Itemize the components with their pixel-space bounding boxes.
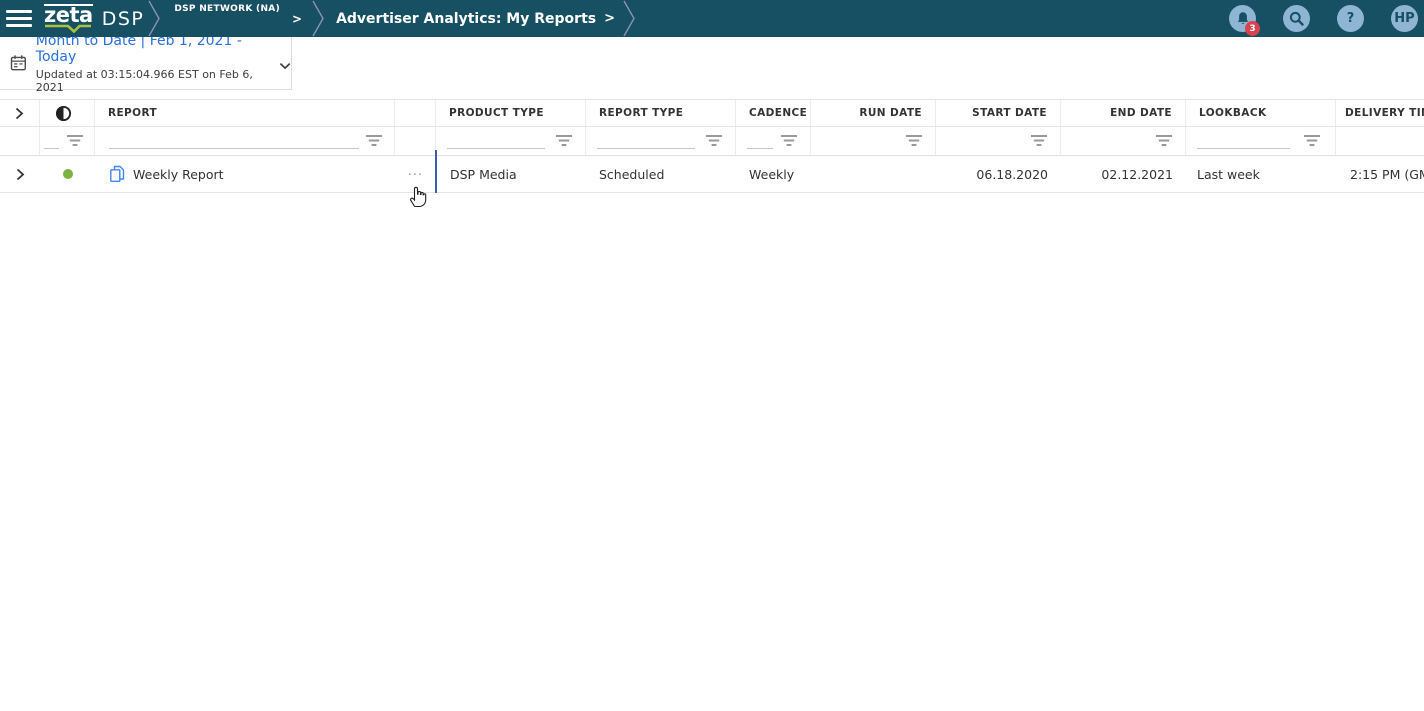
date-bar: Month to Date | Feb 1, 2021 - Today Upda… [0, 37, 1424, 90]
filter-cell-report-type [586, 127, 736, 155]
cadence-filter-input[interactable] [747, 135, 773, 149]
filter-cell-cadence [736, 127, 811, 155]
user-avatar[interactable]: HP [1391, 5, 1418, 32]
filter-icon[interactable] [1031, 135, 1047, 147]
date-range-text: Month to Date | Feb 1, 2021 - Today Upda… [36, 33, 270, 94]
status-filter-input[interactable] [44, 135, 59, 149]
zeta-logo-text: zeta [44, 4, 93, 24]
breadcrumb-page[interactable]: Advertiser Analytics: My Reports > [328, 11, 619, 27]
zeta-swoosh-icon [44, 24, 92, 33]
filter-icon[interactable] [366, 135, 382, 147]
column-header-start-date[interactable]: START DATE [936, 100, 1061, 126]
filter-icon[interactable] [556, 135, 572, 147]
breadcrumb-network[interactable]: DSP NETWORK (NA) > [164, 0, 308, 37]
filter-cell-report [95, 127, 395, 155]
notification-badge: 3 [1245, 21, 1260, 36]
top-header: zeta DSP DSP NETWORK (NA) > Advertiser A… [0, 0, 1424, 37]
row-expand-button[interactable] [0, 156, 40, 192]
date-range-selector[interactable]: Month to Date | Feb 1, 2021 - Today Upda… [0, 37, 292, 90]
filter-cell-expand [0, 127, 40, 155]
date-updated-label: Updated at 03:15:04.966 EST on Feb 6, 20… [36, 68, 270, 94]
column-header-report-type[interactable]: REPORT TYPE [586, 100, 736, 126]
breadcrumb-separator-icon [146, 0, 162, 37]
frozen-column-divider [435, 150, 437, 193]
filter-cell-actions [395, 127, 436, 155]
column-header-lookback[interactable]: LOOKBACK [1186, 100, 1336, 126]
row-lookback-cell: Last week [1186, 156, 1336, 192]
menu-icon[interactable] [6, 10, 32, 27]
filter-cell-start-date [936, 127, 1061, 155]
contrast-icon [55, 105, 72, 122]
column-header-report[interactable]: REPORT [95, 100, 395, 126]
row-status-cell [40, 156, 95, 192]
column-header-cadence[interactable]: CADENCE [736, 100, 811, 126]
column-header-delivery-time[interactable]: DELIVERY TIME [1336, 100, 1424, 126]
filter-icon[interactable] [706, 135, 722, 147]
product-type-filter-input[interactable] [447, 135, 545, 149]
reports-table: REPORT PRODUCT TYPE REPORT TYPE CADENCE … [0, 99, 1424, 193]
zeta-logo: zeta [44, 4, 93, 33]
status-column-header[interactable] [40, 100, 95, 126]
expand-icon [15, 107, 24, 120]
dsp-logo-text: DSP [102, 8, 145, 30]
topbar-actions: 3 ? HP [1229, 0, 1418, 37]
help-button[interactable]: ? [1337, 5, 1364, 32]
breadcrumb-page-arrow: > [604, 11, 615, 26]
zeta-dsp-logo[interactable]: zeta DSP [44, 4, 144, 33]
filter-cell-product-type [436, 127, 586, 155]
filter-cell-delivery-time [1336, 127, 1424, 155]
filter-icon[interactable] [1156, 135, 1172, 147]
table-filter-row [0, 127, 1424, 156]
table-header-row: REPORT PRODUCT TYPE REPORT TYPE CADENCE … [0, 99, 1424, 127]
row-report-type-cell: Scheduled [586, 156, 736, 192]
breadcrumb-separator-icon [310, 0, 326, 37]
report-name[interactable]: Weekly Report [133, 167, 224, 182]
avatar-initials: HP [1394, 11, 1414, 26]
report-type-filter-input[interactable] [597, 135, 695, 149]
row-end-date-cell: 02.12.2021 [1061, 156, 1186, 192]
page-title: Advertiser Analytics: My Reports [336, 11, 596, 27]
filter-cell-lookback [1186, 127, 1336, 155]
search-icon [1289, 11, 1304, 26]
calendar-icon [10, 54, 27, 72]
help-icon: ? [1347, 11, 1355, 26]
search-button[interactable] [1283, 5, 1310, 32]
filter-cell-end-date [1061, 127, 1186, 155]
copy-icon[interactable] [109, 165, 125, 183]
row-run-date-cell [811, 156, 936, 192]
filter-icon[interactable] [1304, 135, 1320, 147]
row-more-button[interactable]: ... [395, 156, 436, 192]
table-row[interactable]: Weekly Report ... DSP Media Scheduled We… [0, 156, 1424, 193]
filter-icon[interactable] [906, 135, 922, 147]
column-header-run-date[interactable]: RUN DATE [811, 100, 936, 126]
expand-all-header[interactable] [0, 100, 40, 126]
notifications-button[interactable]: 3 [1229, 5, 1256, 32]
column-header-end-date[interactable]: END DATE [1061, 100, 1186, 126]
more-icon[interactable]: ... [408, 164, 423, 185]
status-active-dot [63, 169, 73, 179]
breadcrumb-network-label: DSP NETWORK (NA) [174, 4, 280, 14]
breadcrumb-network-arrow: > [292, 12, 302, 26]
column-header-actions [395, 100, 436, 126]
column-header-product-type[interactable]: PRODUCT TYPE [436, 100, 586, 126]
row-report-cell[interactable]: Weekly Report [95, 156, 395, 192]
row-delivery-time-cell: 2:15 PM (GMT [1336, 156, 1424, 192]
breadcrumb-separator-icon [621, 0, 637, 37]
lookback-filter-input[interactable] [1197, 135, 1290, 149]
row-start-date-cell: 06.18.2020 [936, 156, 1061, 192]
row-product-type-cell: DSP Media [436, 156, 586, 192]
row-cadence-cell: Weekly [736, 156, 811, 192]
date-range-label: Month to Date | Feb 1, 2021 - Today [36, 33, 270, 65]
filter-icon[interactable] [67, 135, 83, 147]
filter-cell-run-date [811, 127, 936, 155]
chevron-down-icon [279, 62, 291, 70]
filter-cell-status [40, 127, 95, 155]
filter-icon[interactable] [781, 135, 797, 147]
expand-icon [16, 168, 25, 181]
report-filter-input[interactable] [109, 135, 359, 149]
